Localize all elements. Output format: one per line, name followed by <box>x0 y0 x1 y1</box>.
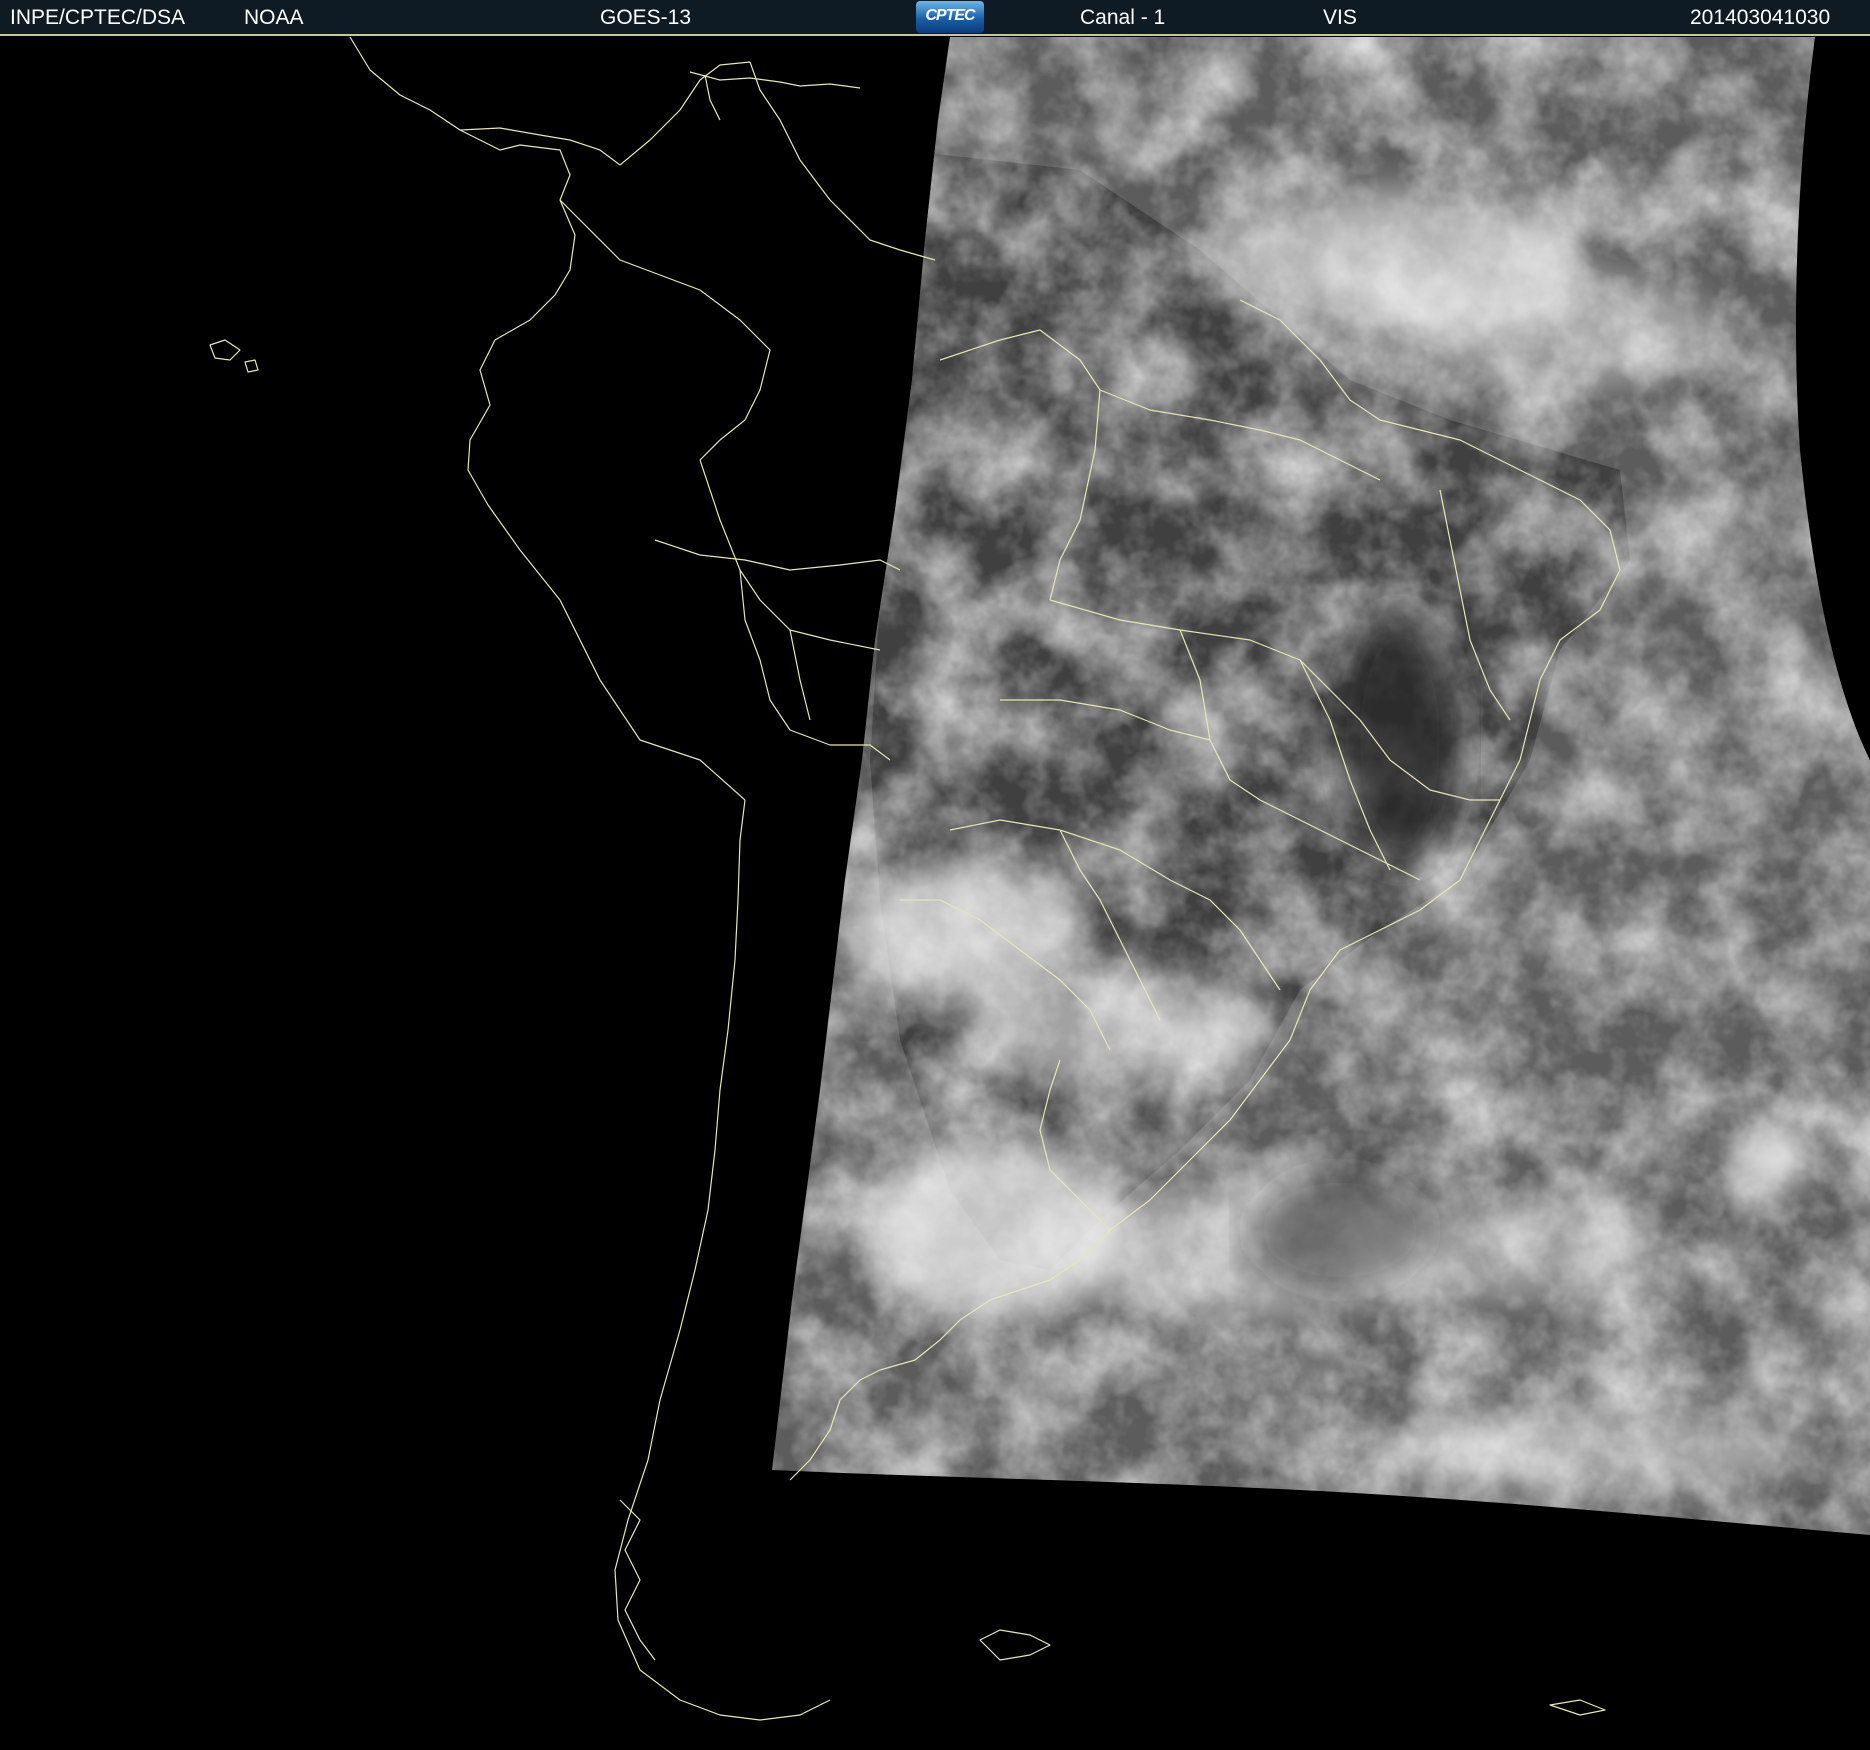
organization-label: INPE/CPTEC/DSA <box>10 6 186 29</box>
cptec-logo: CPTEC <box>916 1 984 33</box>
header-bar: INPE/CPTEC/DSA NOAA GOES-13 CPTEC Canal … <box>0 0 1870 36</box>
channel-label: Canal - 1 <box>1080 6 1166 29</box>
satellite-map <box>209 37 1870 1721</box>
satellite-label: GOES-13 <box>600 6 692 29</box>
agency-label: NOAA <box>244 6 304 29</box>
timestamp-label: 201403041030 <box>1690 6 1831 29</box>
band-label: VIS <box>1323 6 1357 29</box>
satellite-swath <box>772 37 1870 1535</box>
